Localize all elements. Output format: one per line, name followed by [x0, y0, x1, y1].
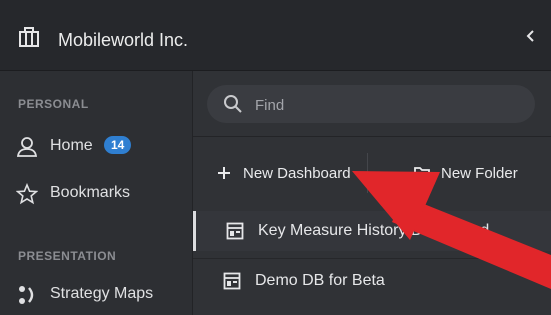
- chevron-left-icon[interactable]: [523, 28, 539, 44]
- divider: [193, 136, 551, 137]
- row-divider: [193, 258, 551, 259]
- strategy-map-icon: [19, 286, 34, 304]
- sidebar-item-strategy-maps[interactable]: Strategy Maps: [16, 282, 186, 308]
- section-title-presentation: PRESENTATION: [18, 249, 117, 263]
- main-panel: New Dashboard New Folder Key Measure His…: [193, 71, 551, 315]
- user-icon: [16, 137, 38, 157]
- new-folder-label: New Folder: [441, 165, 518, 182]
- notification-badge: 14: [104, 136, 132, 154]
- dashboard-label: Key Measure History Dashboard: [258, 222, 490, 239]
- org-name: Mobileworld Inc.: [58, 30, 189, 50]
- search-input[interactable]: [253, 91, 517, 119]
- new-dashboard-button[interactable]: New Dashboard: [215, 161, 355, 187]
- new-dashboard-label: New Dashboard: [243, 165, 351, 182]
- sidebar-item-label: Strategy Maps: [50, 285, 154, 302]
- sidebar-item-label: Bookmarks: [50, 184, 131, 201]
- new-folder-button[interactable]: New Folder: [413, 161, 543, 187]
- folder-icon: [414, 167, 430, 180]
- dashboard-icon: [223, 272, 241, 290]
- sidebar-item-label: Home: [50, 137, 93, 154]
- section-title-personal: PERSONAL: [18, 97, 89, 111]
- search-box[interactable]: [207, 85, 535, 123]
- action-separator: [367, 153, 368, 193]
- list-item-dashboard[interactable]: Key Measure History Dashboard: [193, 211, 551, 251]
- sidebar-item-home[interactable]: Home 14: [16, 134, 186, 160]
- list-item-dashboard[interactable]: Demo DB for Beta: [193, 261, 551, 301]
- sidebar: PERSONAL Home 14 Bookmarks PRESENTATION …: [0, 71, 193, 315]
- sidebar-item-bookmarks[interactable]: Bookmarks: [16, 181, 186, 207]
- dashboard-icon: [226, 222, 244, 240]
- plus-icon: [218, 167, 230, 179]
- search-icon: [224, 95, 242, 113]
- briefcase-icon: [19, 27, 39, 47]
- dashboard-label: Demo DB for Beta: [255, 272, 385, 289]
- star-icon: [16, 183, 38, 205]
- top-bar: Mobileworld Inc.: [0, 0, 551, 71]
